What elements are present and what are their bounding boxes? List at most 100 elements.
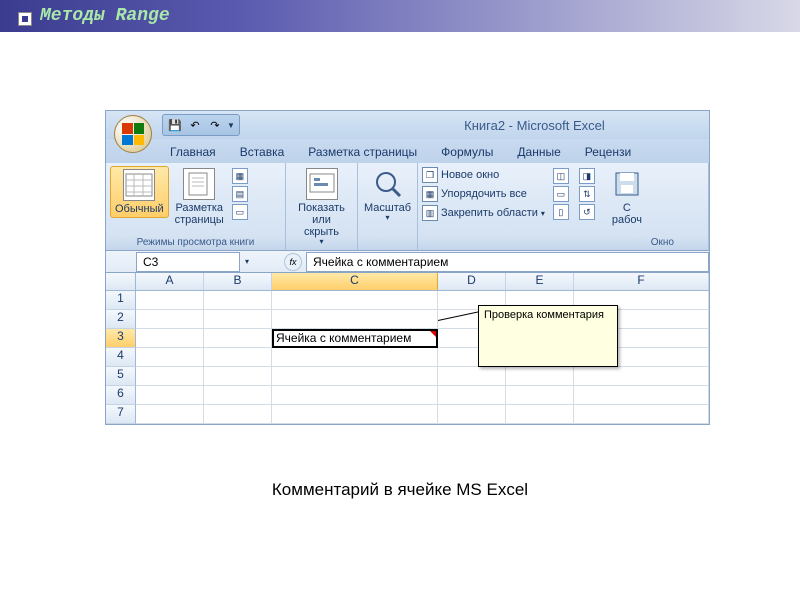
col-header-C[interactable]: C [272,273,438,290]
cell[interactable] [136,310,204,329]
row-header-1[interactable]: 1 [106,291,136,310]
tab-page-layout[interactable]: Разметка страницы [296,141,429,163]
cell[interactable] [204,348,272,367]
save-workspace-button[interactable]: С рабоч [603,166,651,228]
show-hide-label: Показать или скрыть [294,202,349,238]
cell[interactable] [204,386,272,405]
formula-input[interactable]: Ячейка с комментарием [306,252,709,272]
save-workspace-icon [611,168,643,200]
cell[interactable] [272,291,438,310]
normal-view-label: Обычный [115,203,164,215]
save-workspace-label: С рабоч [612,202,642,226]
row-3: 3 Ячейка с комментарием [106,329,709,348]
cell[interactable] [136,348,204,367]
arrange-all-label: Упорядочить все [441,188,527,200]
page-break-preview-icon[interactable]: ▦ [232,168,248,184]
col-header-A[interactable]: A [136,273,204,290]
chevron-down-icon: ▾ [245,257,249,266]
cell[interactable] [574,405,709,424]
sync-scroll-icon[interactable]: ⇅ [579,186,595,202]
show-hide-button[interactable]: Показать или скрыть ▾ [290,166,353,249]
cell[interactable] [272,405,438,424]
cell[interactable] [574,367,709,386]
comment-tooltip: Проверка комментария [478,305,618,367]
name-box-dropdown[interactable]: ▾ [240,257,254,266]
select-all-corner[interactable] [106,273,136,290]
qat-dropdown-icon[interactable]: ▼ [227,121,235,130]
cell[interactable] [574,386,709,405]
view-small-buttons: ▦ ▤ ▭ [230,166,250,222]
cell[interactable] [204,329,272,348]
cell[interactable] [506,386,574,405]
cell[interactable] [438,386,506,405]
cell[interactable] [204,367,272,386]
tab-review[interactable]: Рецензи [573,141,643,163]
row-2: 2 [106,310,709,329]
cell[interactable] [438,405,506,424]
group-window: ❐ Новое окно ▦ Упорядочить все ▥ Закрепи… [418,163,709,250]
zoom-button[interactable]: Масштаб ▾ [362,166,413,225]
reset-pos-icon[interactable]: ↺ [579,204,595,220]
row-header-4[interactable]: 4 [106,348,136,367]
cell[interactable] [506,367,574,386]
formula-value: Ячейка с комментарием [313,255,448,269]
freeze-panes-icon: ▥ [422,205,438,221]
unhide-icon[interactable]: ▯ [553,204,569,220]
cell[interactable] [136,405,204,424]
cell[interactable] [136,291,204,310]
row-header-5[interactable]: 5 [106,367,136,386]
col-header-F[interactable]: F [574,273,709,290]
fx-button[interactable]: fx [284,253,302,271]
cell[interactable] [272,348,438,367]
cell[interactable] [272,367,438,386]
row-header-6[interactable]: 6 [106,386,136,405]
full-screen-icon[interactable]: ▭ [232,204,248,220]
name-box[interactable]: C3 [136,252,240,272]
page-layout-button[interactable]: Разметка страницы [171,166,228,228]
cell[interactable] [438,367,506,386]
page-layout-icon [183,168,215,200]
cell[interactable] [136,329,204,348]
name-box-value: C3 [143,255,233,269]
comment-text: Проверка комментария [484,309,604,321]
tab-formulas[interactable]: Формулы [429,141,505,163]
caption-text: Комментарий в ячейке MS Excel [272,480,528,499]
freeze-panes-button[interactable]: ▥ Закрепить области ▾ [422,204,545,222]
freeze-panes-label: Закрепить области [441,207,538,219]
cell[interactable] [272,310,438,329]
formula-bar: C3 ▾ ✕ fx Ячейка с комментарием [106,251,709,273]
cell[interactable] [204,310,272,329]
row-header-7[interactable]: 7 [106,405,136,424]
cell[interactable] [136,386,204,405]
cell[interactable] [204,405,272,424]
ribbon: Обычный Разметка страницы ▦ ▤ ▭ Режимы п… [106,163,709,251]
new-window-button[interactable]: ❐ Новое окно [422,166,545,184]
col-header-D[interactable]: D [438,273,506,290]
view-side-icon[interactable]: ◨ [579,168,595,184]
normal-view-button[interactable]: Обычный [110,166,169,218]
group-show-hide: Показать или скрыть ▾ [286,163,358,250]
row-header-2[interactable]: 2 [106,310,136,329]
save-icon[interactable]: 💾 [167,117,183,133]
col-header-E[interactable]: E [506,273,574,290]
row-header-3[interactable]: 3 [106,329,136,348]
split-icon[interactable]: ◫ [553,168,569,184]
cell[interactable] [272,386,438,405]
new-window-icon: ❐ [422,167,438,183]
cell-C3[interactable]: Ячейка с комментарием [272,329,438,348]
arrange-all-button[interactable]: ▦ Упорядочить все [422,185,545,203]
office-button[interactable] [114,115,152,153]
undo-icon[interactable]: ↶ [187,117,203,133]
page-layout-label: Разметка страницы [175,202,224,226]
cell[interactable] [506,405,574,424]
tab-insert[interactable]: Вставка [228,141,297,163]
tab-data[interactable]: Данные [505,141,572,163]
tab-home[interactable]: Главная [158,141,228,163]
cell[interactable] [136,367,204,386]
redo-icon[interactable]: ↷ [207,117,223,133]
col-header-B[interactable]: B [204,273,272,290]
cell[interactable] [204,291,272,310]
office-logo-icon [122,123,144,145]
hide-icon[interactable]: ▭ [553,186,569,202]
custom-views-icon[interactable]: ▤ [232,186,248,202]
